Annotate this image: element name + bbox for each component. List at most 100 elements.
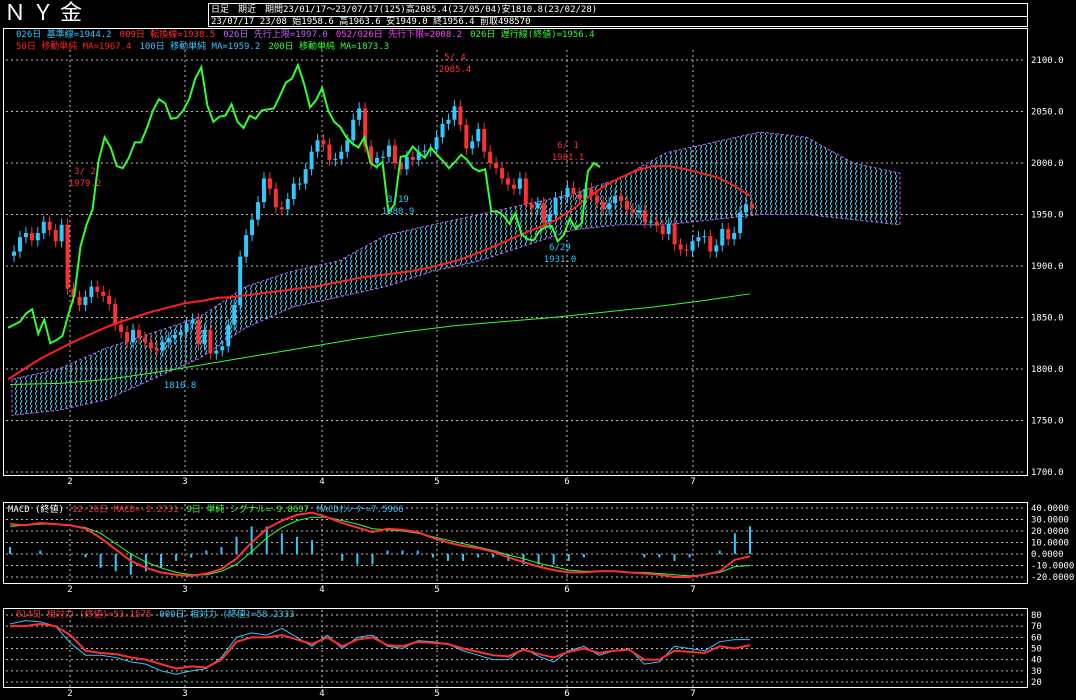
x-tick-label-rsi: 5 — [434, 689, 439, 699]
candle-body — [357, 108, 362, 120]
candle-body — [642, 210, 647, 222]
candle-body — [744, 204, 749, 213]
annotation-label: 2085.4 — [439, 65, 472, 75]
candle-body — [476, 129, 481, 142]
ichimoku-cloud — [11, 131, 901, 416]
x-tick-label-main: 3 — [182, 477, 187, 487]
annotation-label: 6/ 1 — [557, 141, 579, 151]
annotation-label: 1980.9 — [382, 207, 415, 217]
candle-body — [672, 223, 677, 245]
y-tick-label-rsi: 40 — [1031, 656, 1042, 666]
candle-body — [35, 233, 40, 241]
x-tick-label-rsi: 3 — [182, 689, 187, 699]
annotation-label: 6/29 — [549, 243, 571, 253]
y-tick-label-main: 2050.0 — [1031, 108, 1064, 118]
candle-body — [738, 212, 743, 234]
candle-body — [160, 342, 165, 351]
candle-body — [660, 225, 665, 235]
candle-body — [184, 323, 189, 332]
candle-body — [458, 106, 463, 125]
candle-body — [654, 221, 659, 226]
candle-body — [708, 236, 713, 252]
candle-body — [89, 286, 94, 297]
candle-body — [303, 169, 308, 184]
x-tick-label-macd: 3 — [182, 585, 187, 595]
candle-body — [446, 119, 451, 124]
candle-body — [375, 157, 380, 163]
x-tick-label-macd: 7 — [690, 585, 695, 595]
x-tick-label-rsi: 4 — [319, 689, 324, 699]
y-tick-label-macd: 20.0000 — [1031, 527, 1069, 537]
candle-body — [488, 151, 493, 163]
candle-body — [256, 202, 261, 220]
candle-body — [327, 144, 332, 160]
candle-body — [119, 324, 124, 332]
candle-body — [101, 291, 106, 296]
candle-body — [148, 342, 153, 349]
candle-body — [636, 210, 641, 213]
candle-body — [285, 199, 290, 210]
candle-body — [220, 346, 225, 351]
x-tick-label-main: 5 — [434, 477, 439, 487]
y-tick-label-macd: 0.0000 — [1031, 550, 1064, 560]
candle-body — [386, 145, 391, 157]
candle-body — [571, 187, 576, 194]
candle-body — [404, 156, 409, 170]
candle-body — [440, 123, 445, 138]
candle-body — [297, 183, 302, 185]
candle-body — [511, 184, 516, 189]
candle-body — [238, 256, 243, 306]
y-tick-label-rsi: 60 — [1031, 633, 1042, 643]
x-tick-label-rsi: 2 — [67, 689, 72, 699]
annotation-label: 5/ 4 — [444, 53, 466, 63]
y-tick-label-main: 1700.0 — [1031, 468, 1064, 478]
x-tick-label-main: 2 — [67, 477, 72, 487]
candle-body — [333, 158, 338, 160]
candle-body — [95, 286, 100, 292]
y-tick-label-rsi: 70 — [1031, 622, 1042, 632]
candle-body — [750, 204, 754, 209]
annotation-label: 3/19 — [387, 195, 409, 205]
candle-body — [714, 245, 719, 252]
candle-body — [541, 203, 546, 223]
candle-body — [553, 198, 558, 215]
y-tick-label-rsi: 80 — [1031, 611, 1042, 621]
main-chart: 2 2 2 3 3 3 4 4 4 5 5 5 6 6 6 7 7 7 2100.0 2050.0 2000.0 1950… — [6, 50, 1074, 699]
candle-body — [267, 178, 272, 189]
y-tick-label-main: 2100.0 — [1031, 56, 1064, 66]
candle-body — [226, 324, 231, 347]
candle-body — [678, 244, 683, 250]
candle-body — [29, 233, 34, 241]
candle-body — [250, 219, 255, 236]
y-tick-label-rsi: 30 — [1031, 667, 1042, 677]
candle-body — [178, 331, 183, 336]
candle-body — [345, 140, 350, 152]
candle-body — [720, 228, 725, 246]
candle-body — [12, 251, 16, 256]
candle-body — [648, 221, 653, 223]
candle-body — [113, 304, 118, 325]
candle-body — [452, 106, 457, 120]
candle-body — [434, 137, 439, 150]
y-tick-label-rsi: 20 — [1031, 678, 1042, 688]
candle-body — [422, 150, 427, 152]
y-tick-label-macd: 30.0000 — [1031, 516, 1069, 526]
candle-body — [196, 319, 201, 345]
candle-body — [666, 223, 671, 235]
candle-body — [232, 305, 237, 325]
candle-body — [131, 329, 136, 343]
y-tick-label-main: 1900.0 — [1031, 262, 1064, 272]
rsi14-line — [10, 622, 751, 670]
x-tick-label-rsi: 7 — [690, 689, 695, 699]
candle-body — [321, 140, 326, 145]
candle-body — [23, 233, 28, 238]
candle-body — [125, 331, 130, 343]
candle-body — [172, 335, 177, 339]
y-tick-label-main: 1750.0 — [1031, 417, 1064, 427]
candle-body — [77, 296, 82, 306]
y-tick-label-main: 1850.0 — [1031, 314, 1064, 324]
candle-body — [505, 178, 510, 185]
candle-body — [315, 140, 320, 152]
x-tick-label-main: 7 — [690, 477, 695, 487]
y-tick-label-main: 2000.0 — [1031, 159, 1064, 169]
